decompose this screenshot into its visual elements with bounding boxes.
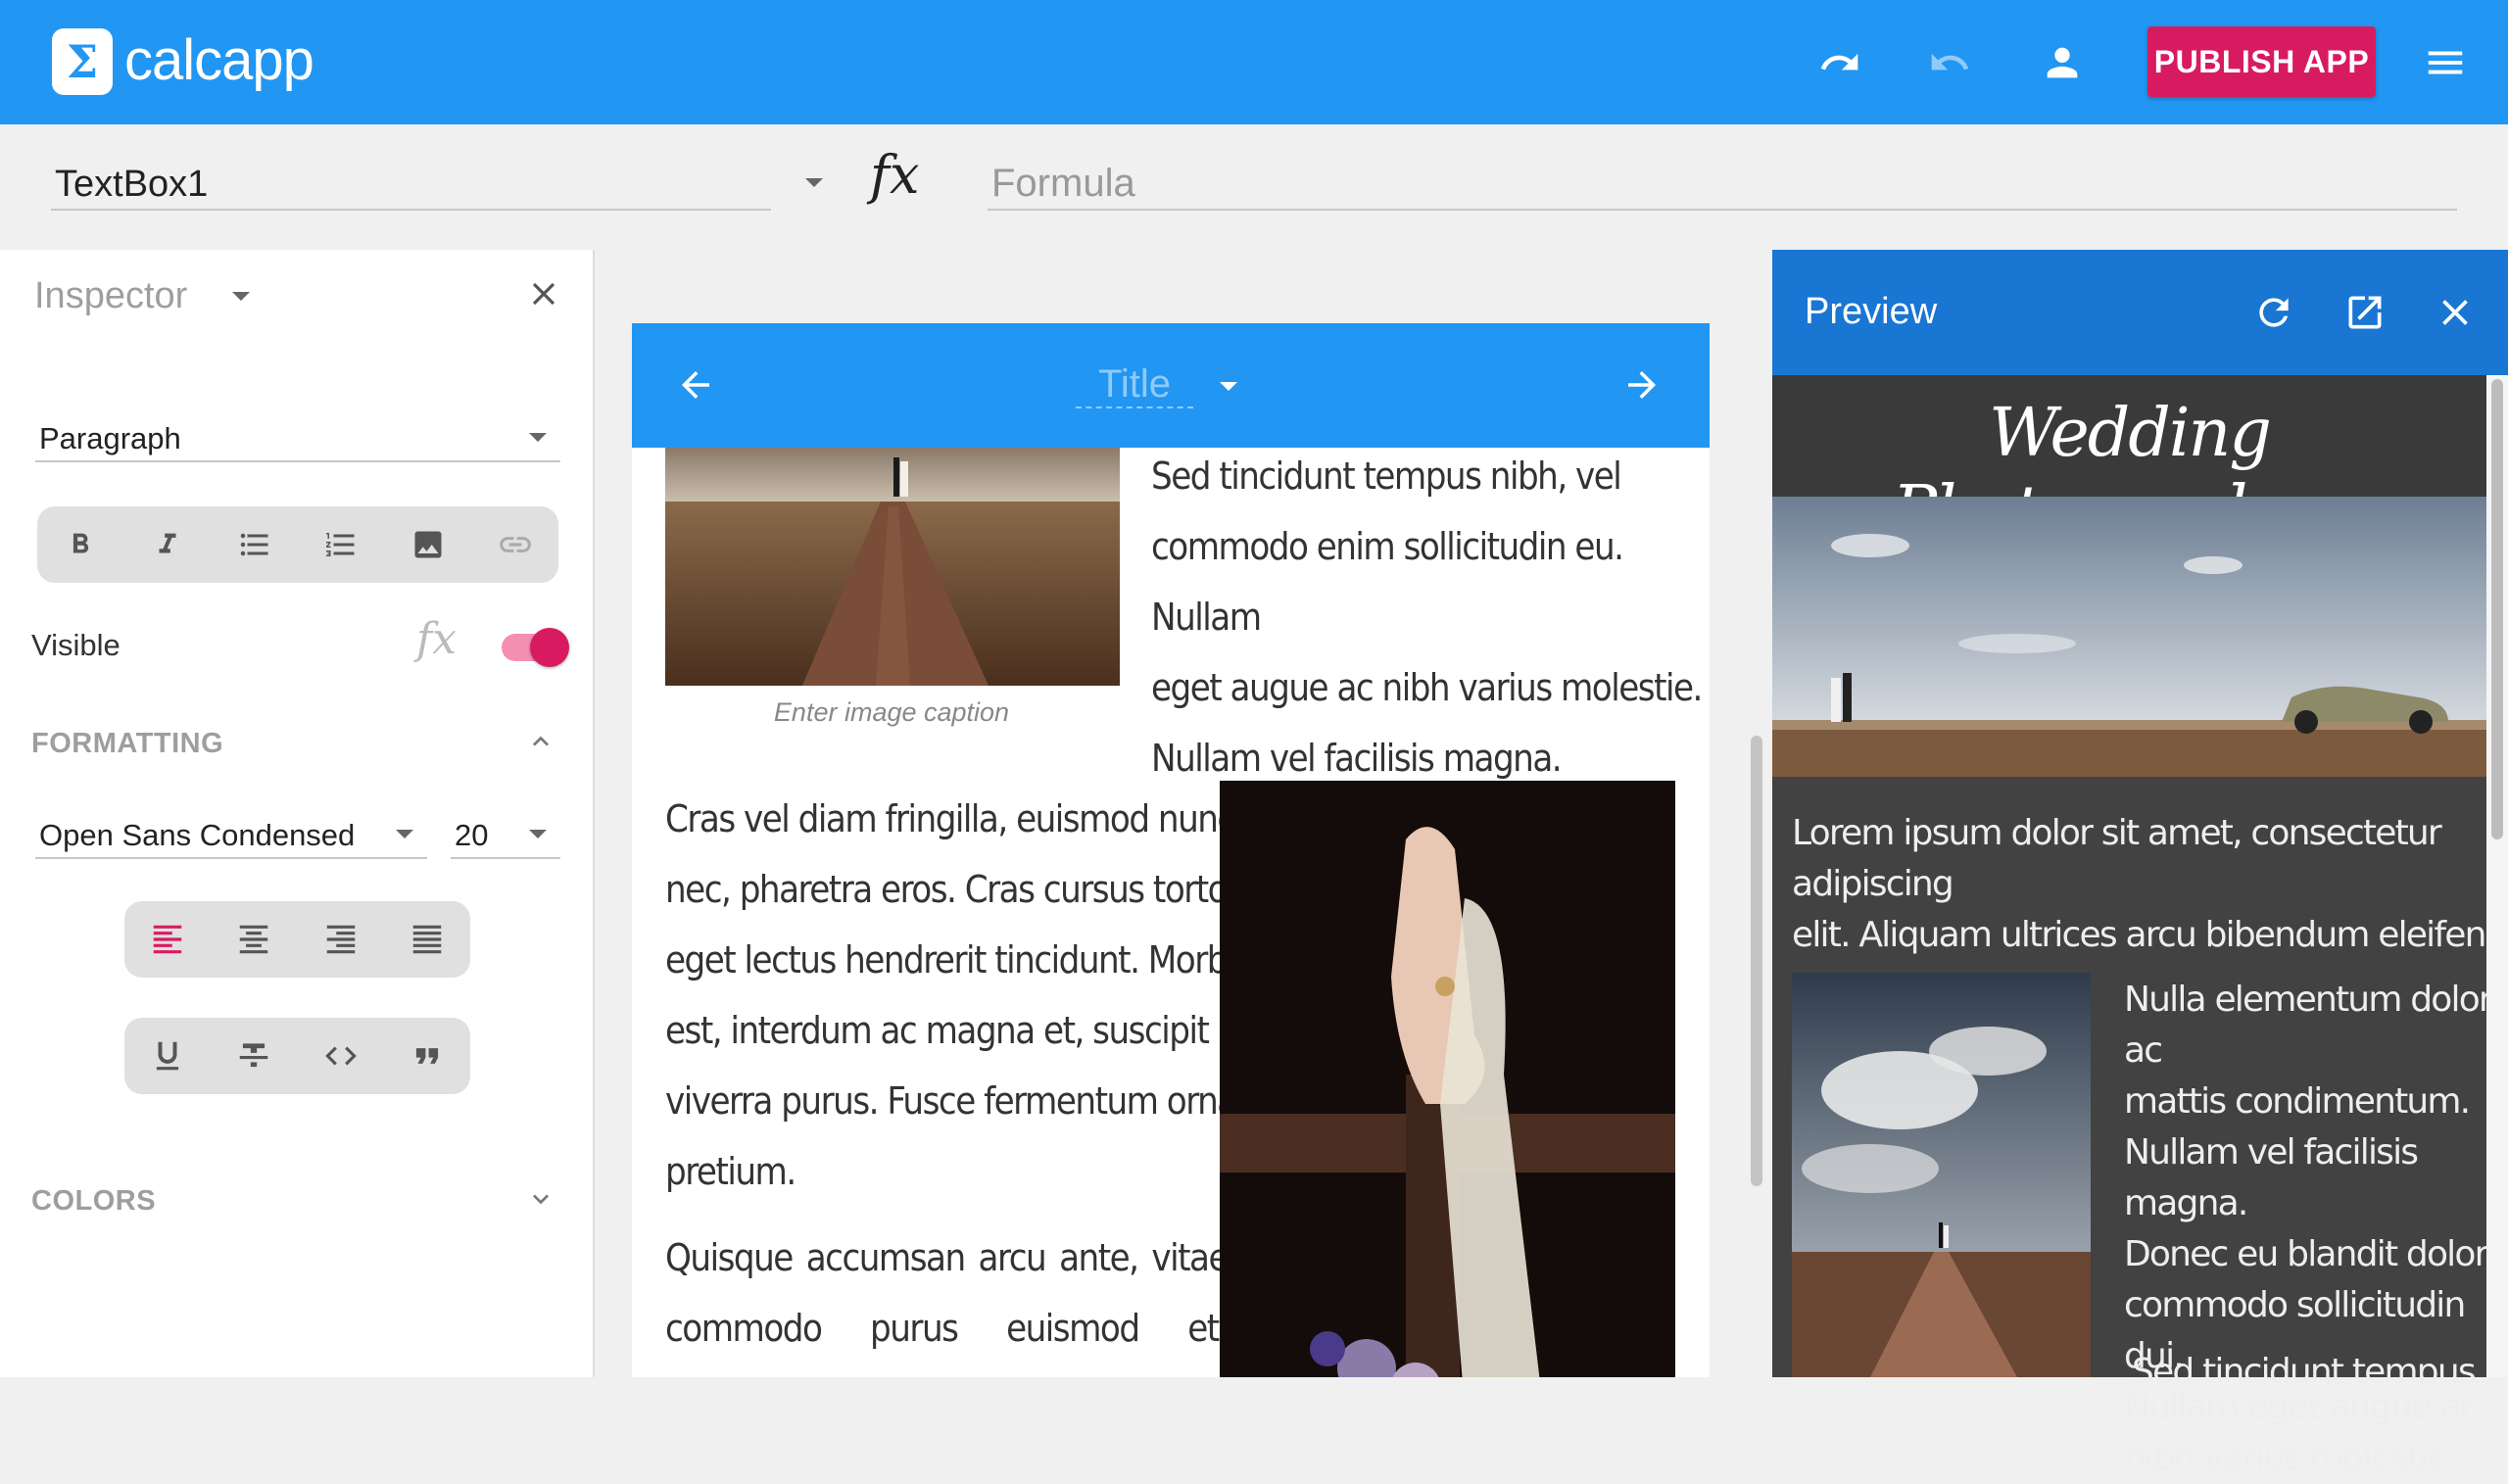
app-bar: Σ calcapp PUBLISH APP: [0, 0, 2508, 124]
open-in-new-icon[interactable]: [2343, 291, 2387, 339]
app-page: Title Enter image caption Sed tincidunt …: [632, 323, 1710, 1377]
account-icon[interactable]: [2033, 33, 2092, 92]
text-line: eget augue ac nibh varius molestie.: [1151, 666, 1703, 709]
forward-arrow-icon[interactable]: [1621, 364, 1663, 410]
bulleted-list-icon[interactable]: [227, 517, 282, 572]
chevron-down-icon[interactable]: [805, 178, 823, 187]
align-left-icon[interactable]: [140, 912, 195, 967]
text-line: elit. Aliquam ultrices arcu bibendum ele…: [1792, 915, 2507, 955]
align-right-icon[interactable]: [314, 912, 368, 967]
preview-side-text: Nulla elementum dolor ac mattis condimen…: [2124, 975, 2508, 1484]
text-line: viverra purus. Fusce fermentum ornare: [665, 1079, 1268, 1123]
image-icon[interactable]: [401, 517, 456, 572]
text-line: Quisque accumsan arcu ante, vitae: [665, 1236, 1230, 1279]
publish-app-button[interactable]: PUBLISH APP: [2147, 26, 2376, 97]
alignment-toolbar: [124, 901, 470, 978]
inspector-title[interactable]: Inspector: [34, 275, 187, 317]
code-icon[interactable]: [314, 1029, 368, 1083]
link-icon[interactable]: [488, 517, 543, 572]
chevron-down-icon: [529, 830, 547, 838]
quote-icon[interactable]: [400, 1029, 455, 1083]
close-preview-icon[interactable]: [2434, 291, 2477, 339]
align-justify-icon[interactable]: [400, 912, 455, 967]
chevron-up-icon[interactable]: [525, 726, 556, 762]
text-style-toolbar: [124, 1018, 470, 1094]
refresh-icon[interactable]: [2252, 291, 2295, 339]
preview-road-photo: [1792, 973, 2091, 1377]
preview-scrollbar[interactable]: [2486, 375, 2508, 1377]
text-line: mattis condimentum.: [2124, 1081, 2471, 1122]
paragraph-style-value: Paragraph: [39, 421, 181, 455]
title-dropdown-icon[interactable]: [1220, 382, 1237, 391]
font-size-select[interactable]: 20: [451, 810, 560, 859]
text-format-toolbar: [37, 506, 558, 583]
text-line: commodo purus euismod et. Quisque: [665, 1307, 1230, 1350]
paragraph-style-select[interactable]: Paragraph: [35, 413, 560, 462]
fx-icon[interactable]: fx: [870, 144, 919, 206]
paragraph-3[interactable]: Quisque accumsan arcu ante, vitae commod…: [665, 1222, 1230, 1377]
road-photo[interactable]: [665, 448, 1120, 686]
bold-icon[interactable]: [53, 517, 108, 572]
paragraph-1[interactable]: Sed tincidunt tempus nibh, vel commodo e…: [1151, 441, 1710, 793]
redo-icon[interactable]: [1920, 33, 1979, 92]
text-line: nibh varius molestie.: [2124, 1438, 2458, 1478]
text-line: nec, pharetra eros. Cras cursus tortor: [665, 868, 1240, 911]
paragraph-2[interactable]: Cras vel diam fringilla, euismod nunc ne…: [665, 784, 1296, 1207]
page-header: Title: [632, 323, 1710, 448]
component-select[interactable]: TextBox1: [51, 154, 771, 211]
text-line: Cras vel diam fringilla, euismod nunc: [665, 797, 1235, 840]
close-icon[interactable]: [525, 275, 562, 317]
formula-bar: TextBox1 fx Formula: [0, 124, 2508, 250]
inspector-panel: Inspector Paragraph Visible fx FORMATTIN…: [0, 250, 595, 1377]
logo-text: calcapp: [124, 28, 314, 92]
preview-header: Preview: [1772, 250, 2508, 375]
align-center-icon[interactable]: [226, 912, 281, 967]
chevron-down-icon: [396, 830, 413, 838]
font-size-value: 20: [455, 818, 489, 852]
preview-panel: Preview Wedding Photographers: [1772, 250, 2508, 1478]
colors-header[interactable]: COLORS: [31, 1185, 156, 1218]
page-title[interactable]: Title: [1076, 362, 1193, 408]
landscape-photo: [1772, 497, 2486, 777]
canvas-scrollbar[interactable]: [1751, 736, 1762, 1186]
chevron-down-icon[interactable]: [525, 1183, 556, 1220]
visible-label: Visible: [31, 628, 121, 662]
inspector-dropdown-icon[interactable]: [232, 292, 250, 301]
underline-icon[interactable]: [140, 1029, 195, 1083]
image-caption[interactable]: Enter image caption: [665, 697, 1118, 728]
text-line: Nulla elementum dolor ac: [2124, 980, 2493, 1071]
component-name: TextBox1: [55, 164, 209, 205]
text-line: Donec eu blandit dolor,: [2124, 1234, 2498, 1274]
italic-icon[interactable]: [140, 517, 195, 572]
visible-toggle-thumb[interactable]: [530, 628, 569, 667]
chevron-down-icon: [529, 433, 547, 442]
preview-bottom-text: Sed tincidunt tempus: [2132, 1352, 2477, 1392]
text-line: Nullam vel facilisis magna.: [2124, 1132, 2419, 1223]
text-line: est, interdum ac magna et, suscipit: [665, 1009, 1210, 1052]
text-line: eget lectus hendrerit tincidunt. Morbi n…: [665, 938, 1296, 981]
logo-icon: Σ: [52, 28, 113, 95]
preview-banner: Wedding Photographers: [1772, 375, 2486, 550]
font-family-select[interactable]: Open Sans Condensed: [35, 810, 427, 859]
font-family-value: Open Sans Condensed: [39, 818, 356, 852]
preview-scrollbar-thumb[interactable]: [2491, 379, 2503, 839]
text-line: Lorem ipsum dolor sit amet, consectetur …: [1792, 813, 2442, 904]
undo-icon[interactable]: [1810, 33, 1869, 92]
visible-fx-icon[interactable]: fx: [416, 614, 457, 664]
app-canvas: Title Enter image caption Sed tincidunt …: [597, 250, 1772, 1377]
menu-icon[interactable]: [2416, 33, 2475, 92]
text-line: Sed tincidunt tempus nibh, vel: [1151, 455, 1622, 498]
back-arrow-icon[interactable]: [675, 364, 716, 410]
hand-photo[interactable]: [1220, 781, 1675, 1377]
text-line: pretium.: [665, 1150, 796, 1193]
formatting-header[interactable]: FORMATTING: [31, 728, 223, 760]
text-line: commodo enim sollicitudin eu. Nullam: [1151, 525, 1624, 639]
formula-input[interactable]: Formula: [988, 154, 2457, 211]
strikethrough-icon[interactable]: [226, 1029, 281, 1083]
numbered-list-icon[interactable]: [314, 517, 368, 572]
preview-title: Preview: [1805, 291, 1938, 332]
